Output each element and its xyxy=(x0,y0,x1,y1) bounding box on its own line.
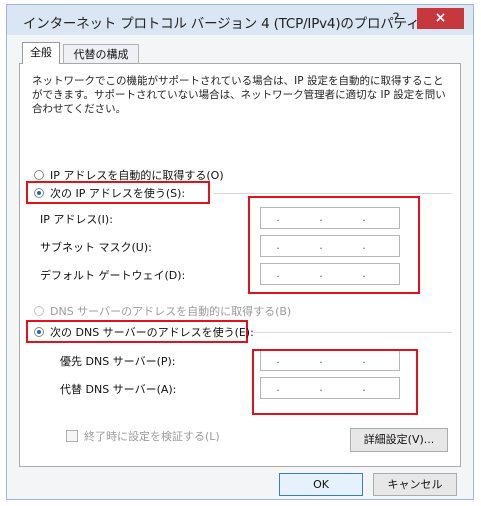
ip-manual-label: 次の IP アドレスを使う(S): xyxy=(50,187,186,200)
description-text: ネットワークでこの機能がサポートされている場合は、IP 設定を自動的に取得するこ… xyxy=(32,75,446,115)
tab-general[interactable]: 全般 xyxy=(22,42,60,64)
ip-group-line xyxy=(214,193,452,194)
dns-manual-radio[interactable] xyxy=(34,327,44,337)
ip-manual-radio[interactable] xyxy=(34,188,44,198)
cancel-button[interactable]: キャンセル xyxy=(373,473,457,496)
tab-alternate-configuration[interactable]: 代替の構成 xyxy=(63,44,139,64)
help-button[interactable]: ? xyxy=(385,9,407,29)
preferred-dns-label: 優先 DNS サーバー(P): xyxy=(60,355,176,368)
highlight-ip-fields-box xyxy=(248,196,420,294)
ip-auto-radio[interactable] xyxy=(34,170,44,180)
default-gateway-label: デフォルト ゲートウェイ(D): xyxy=(40,269,186,282)
highlight-dns-fields-box xyxy=(252,349,418,415)
general-tab-panel: ネットワークでこの機能がサポートされている場合は、IP 設定を自動的に取得するこ… xyxy=(19,63,461,467)
validate-checkbox[interactable] xyxy=(66,430,78,442)
close-button[interactable]: × xyxy=(417,8,464,29)
dns-manual-label: 次の DNS サーバーのアドレスを使う(E): xyxy=(50,326,254,339)
properties-dialog: インターネット プロトコル バージョン 4 (TCP/IPv4)のプロパティ ?… xyxy=(6,4,474,500)
title-bar: インターネット プロトコル バージョン 4 (TCP/IPv4)のプロパティ ?… xyxy=(7,5,473,35)
advanced-button[interactable]: 詳細設定(V)... xyxy=(350,428,448,452)
window-title: インターネット プロトコル バージョン 4 (TCP/IPv4)のプロパティ xyxy=(23,16,420,32)
ip-address-label: IP アドレス(I): xyxy=(40,213,113,226)
ok-button[interactable]: OK xyxy=(279,473,363,496)
alternate-dns-label: 代替 DNS サーバー(A): xyxy=(60,383,177,396)
dns-auto-label: DNS サーバーのアドレスを自動的に取得する(B) xyxy=(50,305,292,318)
dns-auto-radio[interactable] xyxy=(34,306,44,316)
validate-label: 終了時に設定を検証する(L) xyxy=(84,430,220,443)
dns-group-line xyxy=(252,332,452,333)
subnet-mask-label: サブネット マスク(U): xyxy=(40,241,152,254)
